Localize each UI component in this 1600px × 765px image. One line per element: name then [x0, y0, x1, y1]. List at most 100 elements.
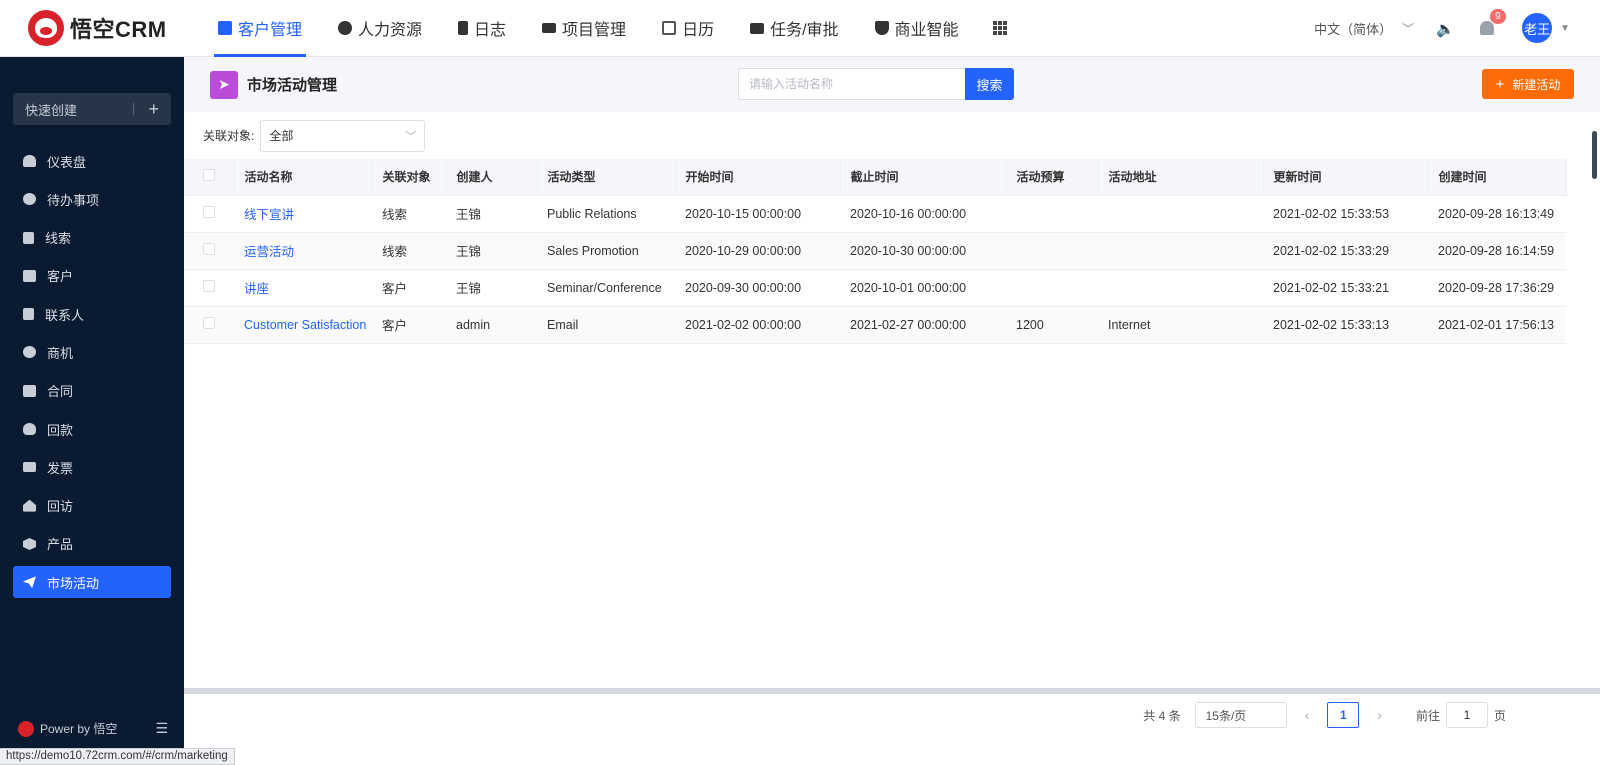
- table-cell: 2021-02-02 15:33:29: [1263, 232, 1428, 270]
- row-checkbox-cell: [184, 195, 234, 233]
- page-size-select[interactable]: 15条/页: [1194, 702, 1287, 728]
- sidebar-item-invoices[interactable]: 发票: [13, 451, 171, 483]
- column-header[interactable]: 活动预算: [1006, 159, 1099, 196]
- table-cell: 2021-02-02 00:00:00: [675, 306, 840, 344]
- money-bag-icon: [23, 423, 36, 436]
- table-cell: Email: [537, 306, 675, 344]
- column-header[interactable]: 开始时间: [675, 159, 841, 196]
- nav-business-intelligence[interactable]: 商业智能: [857, 0, 977, 57]
- plus-icon: +: [1495, 75, 1505, 93]
- table-header-row: 活动名称 关联对象 创建人 活动类型 开始时间 截止时间 活动预算 活动地址 更…: [184, 159, 1567, 196]
- nav-human-resources[interactable]: 人力资源: [320, 0, 440, 57]
- new-activity-label: 新建活动: [1512, 77, 1561, 92]
- dashboard-icon: [23, 155, 36, 167]
- column-header[interactable]: 活动类型: [537, 159, 676, 196]
- activity-name-link[interactable]: Customer Satisfaction: [234, 306, 372, 344]
- apps-grid-icon: [992, 21, 1007, 35]
- sidebar-item-marketing[interactable]: 市场活动: [13, 566, 171, 599]
- nav-calendar[interactable]: 日历: [644, 0, 732, 57]
- table-row[interactable]: Customer Satisfaction 客户 admin Email 202…: [184, 306, 1566, 344]
- quick-create-button[interactable]: 快速创建 +: [13, 93, 171, 125]
- collapse-sidebar-icon[interactable]: ☰: [155, 720, 168, 737]
- nav-customer-management[interactable]: 客户管理: [200, 0, 320, 57]
- row-checkbox[interactable]: [203, 206, 215, 218]
- sidebar-item-leads[interactable]: 线索: [13, 222, 171, 254]
- top-navbar: 悟空CRM 客户管理 人力资源 日志 项目管理 日历 任务/审批 商业智能 中文…: [0, 0, 1600, 57]
- language-selector[interactable]: 中文（简体） ﹀: [1314, 19, 1414, 38]
- table-cell: Internet: [1098, 306, 1263, 344]
- row-checkbox[interactable]: [203, 317, 215, 329]
- calendar-icon: [662, 21, 677, 35]
- column-header[interactable]: 更新时间: [1263, 159, 1429, 196]
- browser-status-url: https://demo10.72crm.com/#/crm/marketing: [0, 748, 235, 765]
- select-all-checkbox[interactable]: [203, 169, 215, 182]
- horizontal-scrollbar[interactable]: [184, 688, 1600, 694]
- contract-icon: [23, 384, 36, 397]
- next-page-icon[interactable]: ›: [1377, 707, 1382, 723]
- caret-down-icon[interactable]: ▼: [1560, 23, 1570, 34]
- activity-name-link[interactable]: 线下宣讲: [234, 195, 372, 233]
- table-row[interactable]: 讲座 客户 王锦 Seminar/Conference 2020-09-30 0…: [184, 269, 1566, 307]
- sidebar-item-todo[interactable]: 待办事项: [13, 183, 171, 215]
- new-activity-button[interactable]: + 新建活动: [1482, 69, 1574, 99]
- table-cell: Sales Promotion: [537, 232, 675, 270]
- nav-log[interactable]: 日志: [440, 0, 524, 57]
- row-checkbox[interactable]: [203, 243, 215, 255]
- table-row[interactable]: 运营活动 线索 王锦 Sales Promotion 2020-10-29 00…: [184, 232, 1566, 270]
- sidebar-item-label: 回访: [47, 499, 74, 515]
- table-cell: admin: [446, 306, 537, 344]
- related-object-select[interactable]: 全部 ﹀: [260, 119, 426, 152]
- nav-project-management[interactable]: 项目管理: [524, 0, 644, 57]
- activity-name-link[interactable]: 讲座: [234, 269, 372, 307]
- log-icon: [458, 21, 469, 35]
- activity-name-link[interactable]: 运营活动: [234, 232, 372, 270]
- lead-icon: [23, 231, 34, 244]
- nav-label: 日志: [474, 22, 507, 39]
- sidebar-item-contacts[interactable]: 联系人: [13, 298, 171, 330]
- sidebar-item-label: 发票: [47, 460, 74, 476]
- column-header[interactable]: 活动地址: [1098, 159, 1264, 196]
- sidebar-item-products[interactable]: 产品: [13, 528, 171, 560]
- briefcase-icon: [750, 22, 765, 34]
- sidebar-item-dashboard[interactable]: 仪表盘: [13, 145, 171, 177]
- sidebar-item-customers[interactable]: 客户: [13, 260, 171, 292]
- volume-icon[interactable]: 🔈: [1436, 20, 1455, 38]
- column-header[interactable]: 活动名称: [234, 159, 373, 196]
- search-button[interactable]: 搜索: [965, 68, 1014, 100]
- search-input[interactable]: [738, 68, 965, 100]
- app-logo[interactable]: 悟空CRM: [0, 10, 200, 46]
- apps-grid-button[interactable]: [977, 0, 1023, 57]
- table-cell: 1200: [1006, 306, 1098, 344]
- table-cell: 2020-09-30 00:00:00: [675, 269, 840, 307]
- sidebar-item-contracts[interactable]: 合同: [13, 375, 171, 407]
- table-cell: 2020-10-16 00:00:00: [840, 195, 1006, 233]
- table-row[interactable]: 线下宣讲 线索 王锦 Public Relations 2020-10-15 0…: [184, 195, 1566, 233]
- row-checkbox[interactable]: [203, 280, 215, 292]
- column-header[interactable]: 关联对象: [372, 159, 447, 196]
- goto-page-input[interactable]: [1445, 702, 1488, 728]
- prev-page-icon[interactable]: ‹: [1305, 707, 1310, 723]
- filter-bar: 关联对象: 全部 ﹀: [184, 112, 1600, 159]
- column-header[interactable]: 创建人: [446, 159, 538, 196]
- user-avatar[interactable]: 老王: [1522, 13, 1553, 43]
- notification-bell-button[interactable]: 9: [1480, 9, 1506, 37]
- vertical-scrollbar[interactable]: [1592, 131, 1597, 179]
- monkey-logo-icon: [18, 720, 34, 737]
- sidebar-item-opportunities[interactable]: 商机: [13, 336, 171, 368]
- nav-tasks-approval[interactable]: 任务/审批: [732, 0, 856, 57]
- sidebar-item-return-visits[interactable]: 回访: [13, 490, 171, 522]
- chevron-down-icon: ﹀: [1402, 21, 1415, 36]
- page-size-value: 15条/页: [1205, 708, 1247, 723]
- nav-label: 客户管理: [238, 22, 303, 39]
- column-header[interactable]: 截止时间: [840, 159, 1007, 196]
- select-value: 全部: [269, 129, 294, 143]
- sidebar-item-payments[interactable]: 回款: [13, 413, 171, 445]
- pagination: 共 4 条 15条/页 ‹ 1 › 前往 页: [184, 699, 1600, 731]
- column-header[interactable]: 创建时间: [1428, 159, 1567, 196]
- customer-icon: [23, 269, 36, 282]
- shield-icon: [874, 21, 889, 35]
- people-icon: [338, 21, 353, 35]
- page-number-button[interactable]: 1: [1327, 702, 1360, 728]
- customer-icon: [218, 21, 232, 35]
- table-cell: 2020-10-30 00:00:00: [840, 232, 1006, 270]
